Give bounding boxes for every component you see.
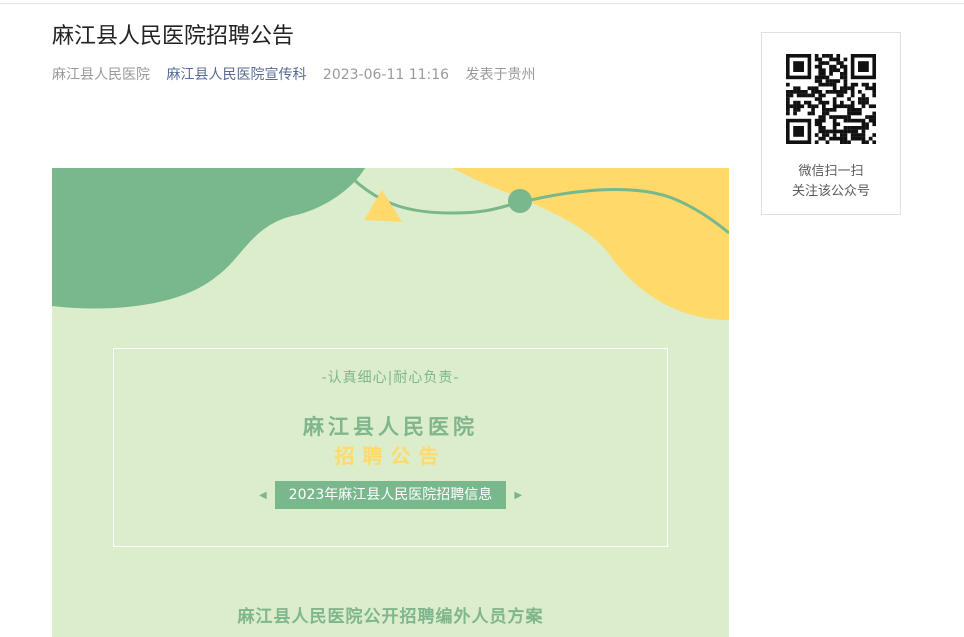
left-triangle-icon: ◀ [258, 489, 267, 501]
banner-pill-label: 2023年麻江县人民医院招聘信息 [274, 481, 507, 509]
article-title: 麻江县人民医院招聘公告 [52, 24, 295, 49]
qr-caption-line1: 微信扫一扫 [798, 164, 864, 179]
section-heading: 麻江县人民医院公开招聘编外人员方案 [237, 607, 544, 627]
banner-hospital-name: 麻江县人民医院 [303, 415, 478, 439]
qr-caption-line2: 关注该公众号 [791, 184, 870, 199]
author-name: 麻江县人民医院 [52, 67, 150, 83]
recruitment-banner-image: -认真细心|耐心负责- 麻江县人民医院 招聘公告 ◀ 2023年麻江县人民医院招… [52, 168, 729, 637]
right-triangle-icon: ▶ [514, 489, 523, 501]
top-divider [0, 3, 964, 4]
qr-code-icon[interactable] [786, 54, 876, 144]
account-link[interactable]: 麻江县人民医院宣传科 [166, 67, 306, 83]
green-blob [52, 168, 365, 309]
qr-card: 微信扫一扫 关注该公众号 [761, 32, 901, 215]
article-meta: 麻江县人民医院 麻江县人民医院宣传科 2023-06-11 11:16 发表于贵… [52, 65, 548, 85]
banner-pill-row: ◀ 2023年麻江县人民医院招聘信息 ▶ [52, 481, 729, 509]
publish-location: 发表于贵州 [465, 67, 536, 83]
banner-slogan: -认真细心|耐心负责- [321, 370, 460, 386]
publish-time: 2023-06-11 11:16 [322, 67, 450, 83]
green-dot [508, 189, 532, 213]
banner-notice-title: 招聘公告 [334, 444, 447, 468]
